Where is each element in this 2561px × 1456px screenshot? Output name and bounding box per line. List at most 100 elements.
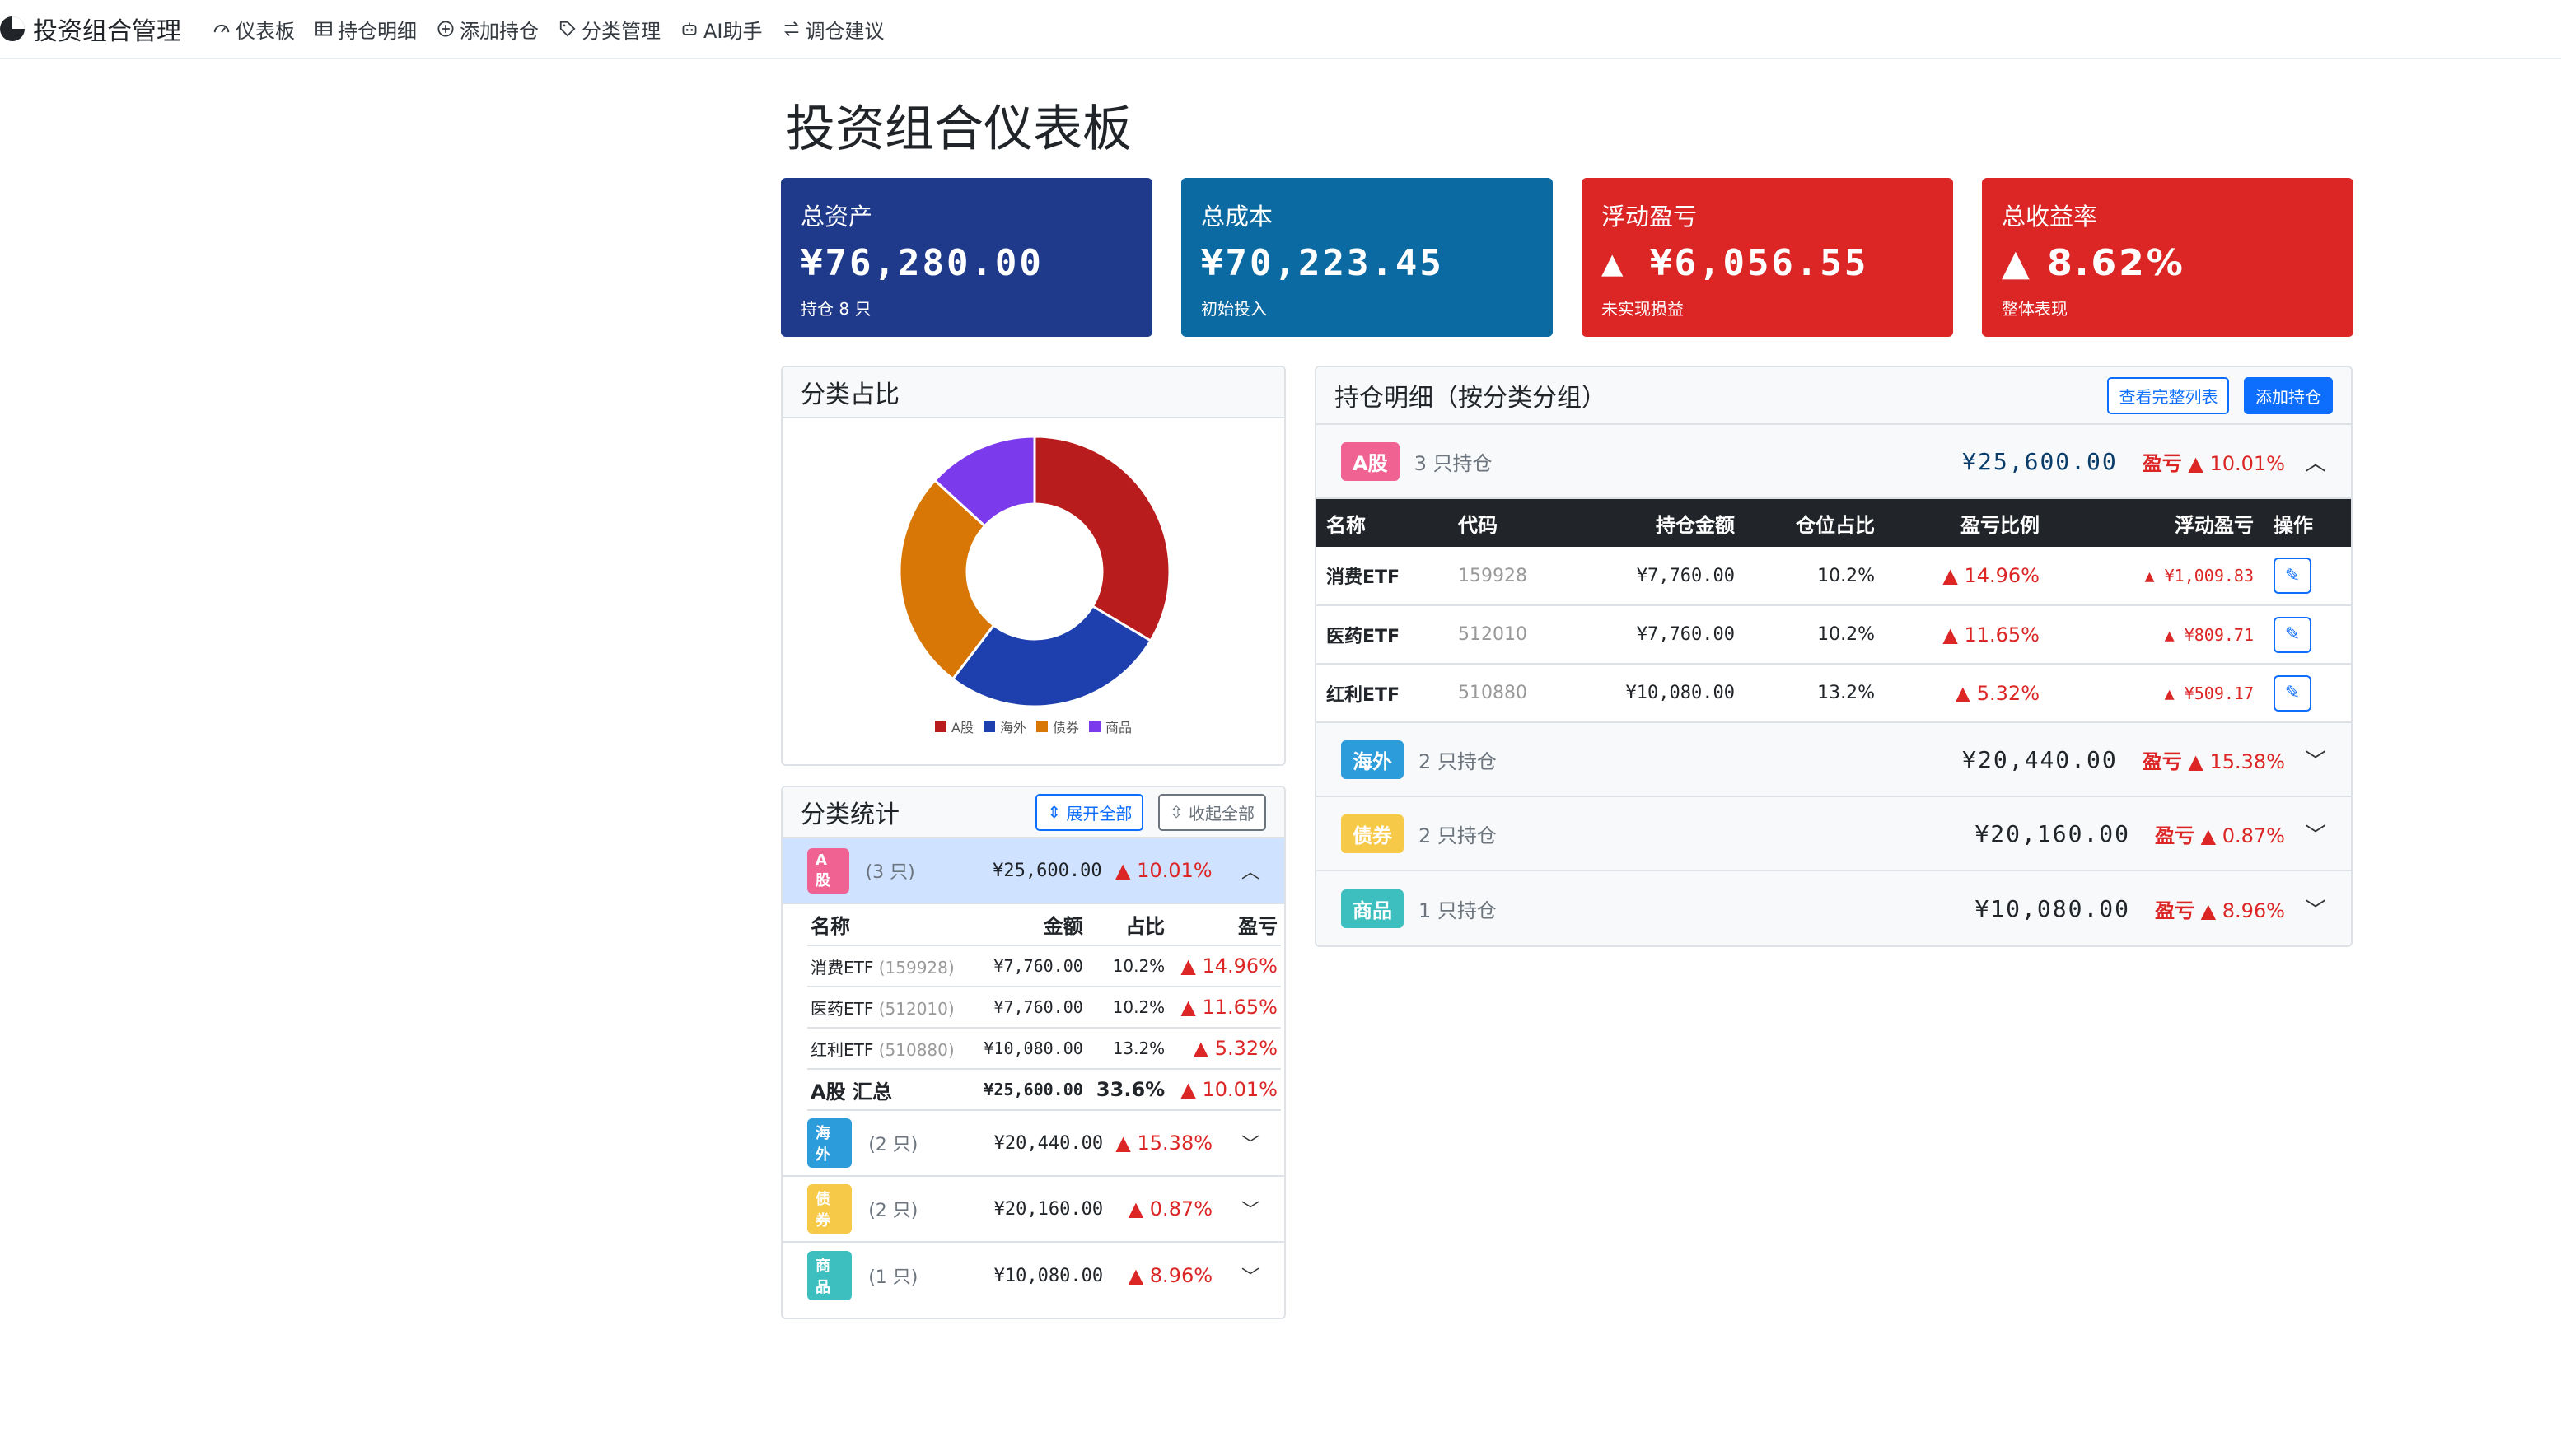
card-sub: 未实现损益 (1601, 299, 1684, 319)
col-op: 操作 (2264, 499, 2351, 547)
panel-title: 分类统计 (801, 800, 900, 829)
card-sub: 整体表现 (2002, 299, 2068, 319)
nav-category-manage[interactable]: 分类管理 (557, 15, 661, 44)
holdings-table: 名称 代码 持仓金额 仓位占比 盈亏比例 浮动盈亏 操作 消费ETF 15992… (1316, 499, 2351, 723)
group-pl: 盈亏 ▲ 0.87% (2155, 824, 2285, 847)
group-pl: 盈亏 ▲ 15.38% (2142, 749, 2285, 773)
edit-pencil-icon[interactable]: ✎ (2274, 674, 2311, 712)
table-row: 红利ETF 510880 ¥10,080.00 13.2% ▲ 5.32% ▲ … (1316, 664, 2351, 723)
table-row: 消费ETF 159928 ¥7,760.00 10.2% ▲ 14.96% ▲ … (1316, 547, 2351, 606)
col-ratio: 仓位占比 (1745, 499, 1885, 547)
col-ratio: 占比 (1086, 904, 1169, 946)
group-amount: ¥20,440.00 (993, 1132, 1104, 1154)
nav-add-holding[interactable]: 添加持仓 (435, 15, 539, 44)
stats-group-a[interactable]: A股 (3 只) ¥25,600.00 ▲ 10.01% ︿ (783, 838, 1284, 904)
page-title: 投资组合仪表板 (786, 100, 1132, 158)
nav-ai-assistant[interactable]: AI助手 (679, 15, 763, 44)
category-badge: A股 (1341, 441, 1400, 481)
group-count: 2 只持仓 (1418, 749, 1497, 773)
legend-item[interactable]: 债券 (1035, 716, 1079, 736)
group-pct: ▲ 10.01% (1115, 859, 1213, 882)
expand-icon: ⇕ (1047, 802, 1067, 822)
category-badge: 债券 (807, 1184, 853, 1234)
expand-all-button[interactable]: ⇕ 展开全部 (1035, 793, 1144, 831)
group-count: 1 只持仓 (1418, 898, 1497, 922)
card-label: 总成本 (1201, 203, 1273, 231)
stats-detail-table: 名称 金额 占比 盈亏 消费ETF (159928) ¥7,760.00 10.… (807, 904, 1281, 1111)
card-value: ▲ 8.62% (2002, 242, 2185, 284)
category-badge: 海外 (1341, 740, 1404, 779)
holdings-group-overseas[interactable]: 海外 2 只持仓 ¥20,440.00 盈亏 ▲ 15.38% ﹀ (1316, 723, 2351, 797)
category-badge: 债券 (1341, 814, 1404, 853)
col-amount: 持仓金额 (1572, 499, 1745, 547)
table-total-row: A股 汇总 ¥25,600.00 33.6% ▲ 10.01% (807, 1069, 1281, 1111)
holdings-group-a[interactable]: A股 3 只持仓 ¥25,600.00 盈亏 ▲ 10.01% ︿ (1316, 425, 2351, 499)
group-amount: ¥10,080.00 (1974, 894, 2131, 922)
chevron-up-icon: ︿ (1241, 862, 1259, 883)
nav-holdings[interactable]: 持仓明细 (313, 15, 417, 44)
group-pct: ▲ 15.38% (1115, 1132, 1213, 1155)
add-holding-button[interactable]: 添加持仓 (2244, 376, 2333, 414)
chevron-down-icon: ﹀ (1241, 1267, 1260, 1288)
holdings-group-commodity[interactable]: 商品 1 只持仓 ¥10,080.00 盈亏 ▲ 8.96% ﹀ (1316, 871, 2351, 945)
swap-icon (781, 18, 802, 40)
col-pl: 浮动盈亏 (2049, 499, 2264, 547)
holdings-by-category-panel: 持仓明细（按分类分组） 查看完整列表 添加持仓 A股 3 只持仓 ¥25,600… (1315, 366, 2353, 947)
stats-group-overseas[interactable]: 海外 (2 只) ¥20,440.00 ▲ 15.38% ﹀ (783, 1111, 1284, 1177)
tag-icon (557, 18, 578, 40)
category-badge: 海外 (807, 1118, 853, 1168)
legend-item[interactable]: A股 (935, 716, 974, 736)
panel-title: 持仓明细（按分类分组） (1334, 384, 1606, 413)
card-value: ▲ ¥6,056.55 (1601, 242, 1869, 284)
group-amount: ¥20,440.00 (1962, 745, 2118, 773)
pie-slice-A股[interactable] (1033, 435, 1171, 643)
card-value: ¥70,223.45 (1201, 242, 1444, 284)
card-label: 总资产 (801, 203, 873, 231)
chevron-down-icon: ﹀ (1241, 1201, 1260, 1221)
chevron-down-icon: ﹀ (2304, 898, 2326, 923)
holdings-group-bond[interactable]: 债券 2 只持仓 ¥20,160.00 盈亏 ▲ 0.87% ﹀ (1316, 797, 2351, 871)
floating-pl-card: 浮动盈亏 ▲ ¥6,056.55 未实现损益 (1582, 178, 1953, 337)
nav-label: 持仓明细 (338, 19, 417, 43)
pie-chart-icon (0, 16, 25, 41)
edit-pencil-icon[interactable]: ✎ (2274, 616, 2311, 653)
table-row: 红利ETF (510880) ¥10,080.00 13.2% ▲ 5.32% (807, 1028, 1281, 1070)
card-sub: 持仓 8 只 (801, 299, 872, 319)
brand[interactable]: 投资组合管理 (0, 11, 181, 47)
dashboard-icon (211, 18, 232, 40)
view-full-list-button[interactable]: 查看完整列表 (2107, 376, 2230, 414)
col-pl-ratio: 盈亏比例 (1885, 499, 2049, 547)
col-amount: 金额 (970, 904, 1087, 946)
collapse-icon: ⇳ (1169, 802, 1189, 822)
collapse-all-button[interactable]: ⇳ 收起全部 (1157, 793, 1266, 831)
nav-rebalance[interactable]: 调仓建议 (781, 15, 885, 44)
nav-dashboard[interactable]: 仪表板 (211, 15, 295, 44)
legend-item[interactable]: 商品 (1088, 716, 1132, 736)
donut-chart (898, 435, 1171, 708)
group-pct: ▲ 8.96% (1128, 1264, 1213, 1287)
table-row: 医药ETF 512010 ¥7,760.00 10.2% ▲ 11.65% ▲ … (1316, 605, 2351, 665)
group-count: (3 只) (865, 862, 915, 883)
category-badge: 商品 (1341, 889, 1404, 928)
group-pl: 盈亏 ▲ 10.01% (2142, 451, 2285, 475)
chevron-down-icon: ﹀ (2304, 823, 2326, 848)
col-code: 代码 (1448, 499, 1572, 547)
table-icon (313, 18, 334, 40)
category-ratio-panel: 分类占比 A股 海外 债券 商品 (781, 366, 1286, 766)
edit-pencil-icon[interactable]: ✎ (2274, 558, 2311, 594)
brand-title: 投资组合管理 (33, 17, 181, 46)
group-amount: ¥20,160.00 (1974, 819, 2131, 847)
nav-label: 分类管理 (582, 19, 661, 43)
card-sub: 初始投入 (1201, 299, 1267, 319)
group-count: (2 只) (868, 1201, 918, 1221)
chevron-up-icon: ︿ (2304, 450, 2326, 476)
legend-item[interactable]: 海外 (983, 716, 1026, 736)
stats-group-commodity[interactable]: 商品 (1 只) ¥10,080.00 ▲ 8.96% ﹀ (783, 1243, 1284, 1309)
col-name: 名称 (807, 904, 971, 946)
stats-group-bond[interactable]: 债券 (2 只) ¥20,160.00 ▲ 0.87% ﹀ (783, 1177, 1284, 1243)
col-pl: 盈亏 (1168, 904, 1281, 946)
group-pl: 盈亏 ▲ 8.96% (2155, 898, 2285, 922)
plus-circle-icon (435, 18, 456, 40)
category-stats-panel: 分类统计 ⇕ 展开全部 ⇳ 收起全部 A股 (3 只) ¥25,600.00 ▲… (781, 786, 1286, 1319)
card-label: 总收益率 (2002, 203, 2098, 231)
